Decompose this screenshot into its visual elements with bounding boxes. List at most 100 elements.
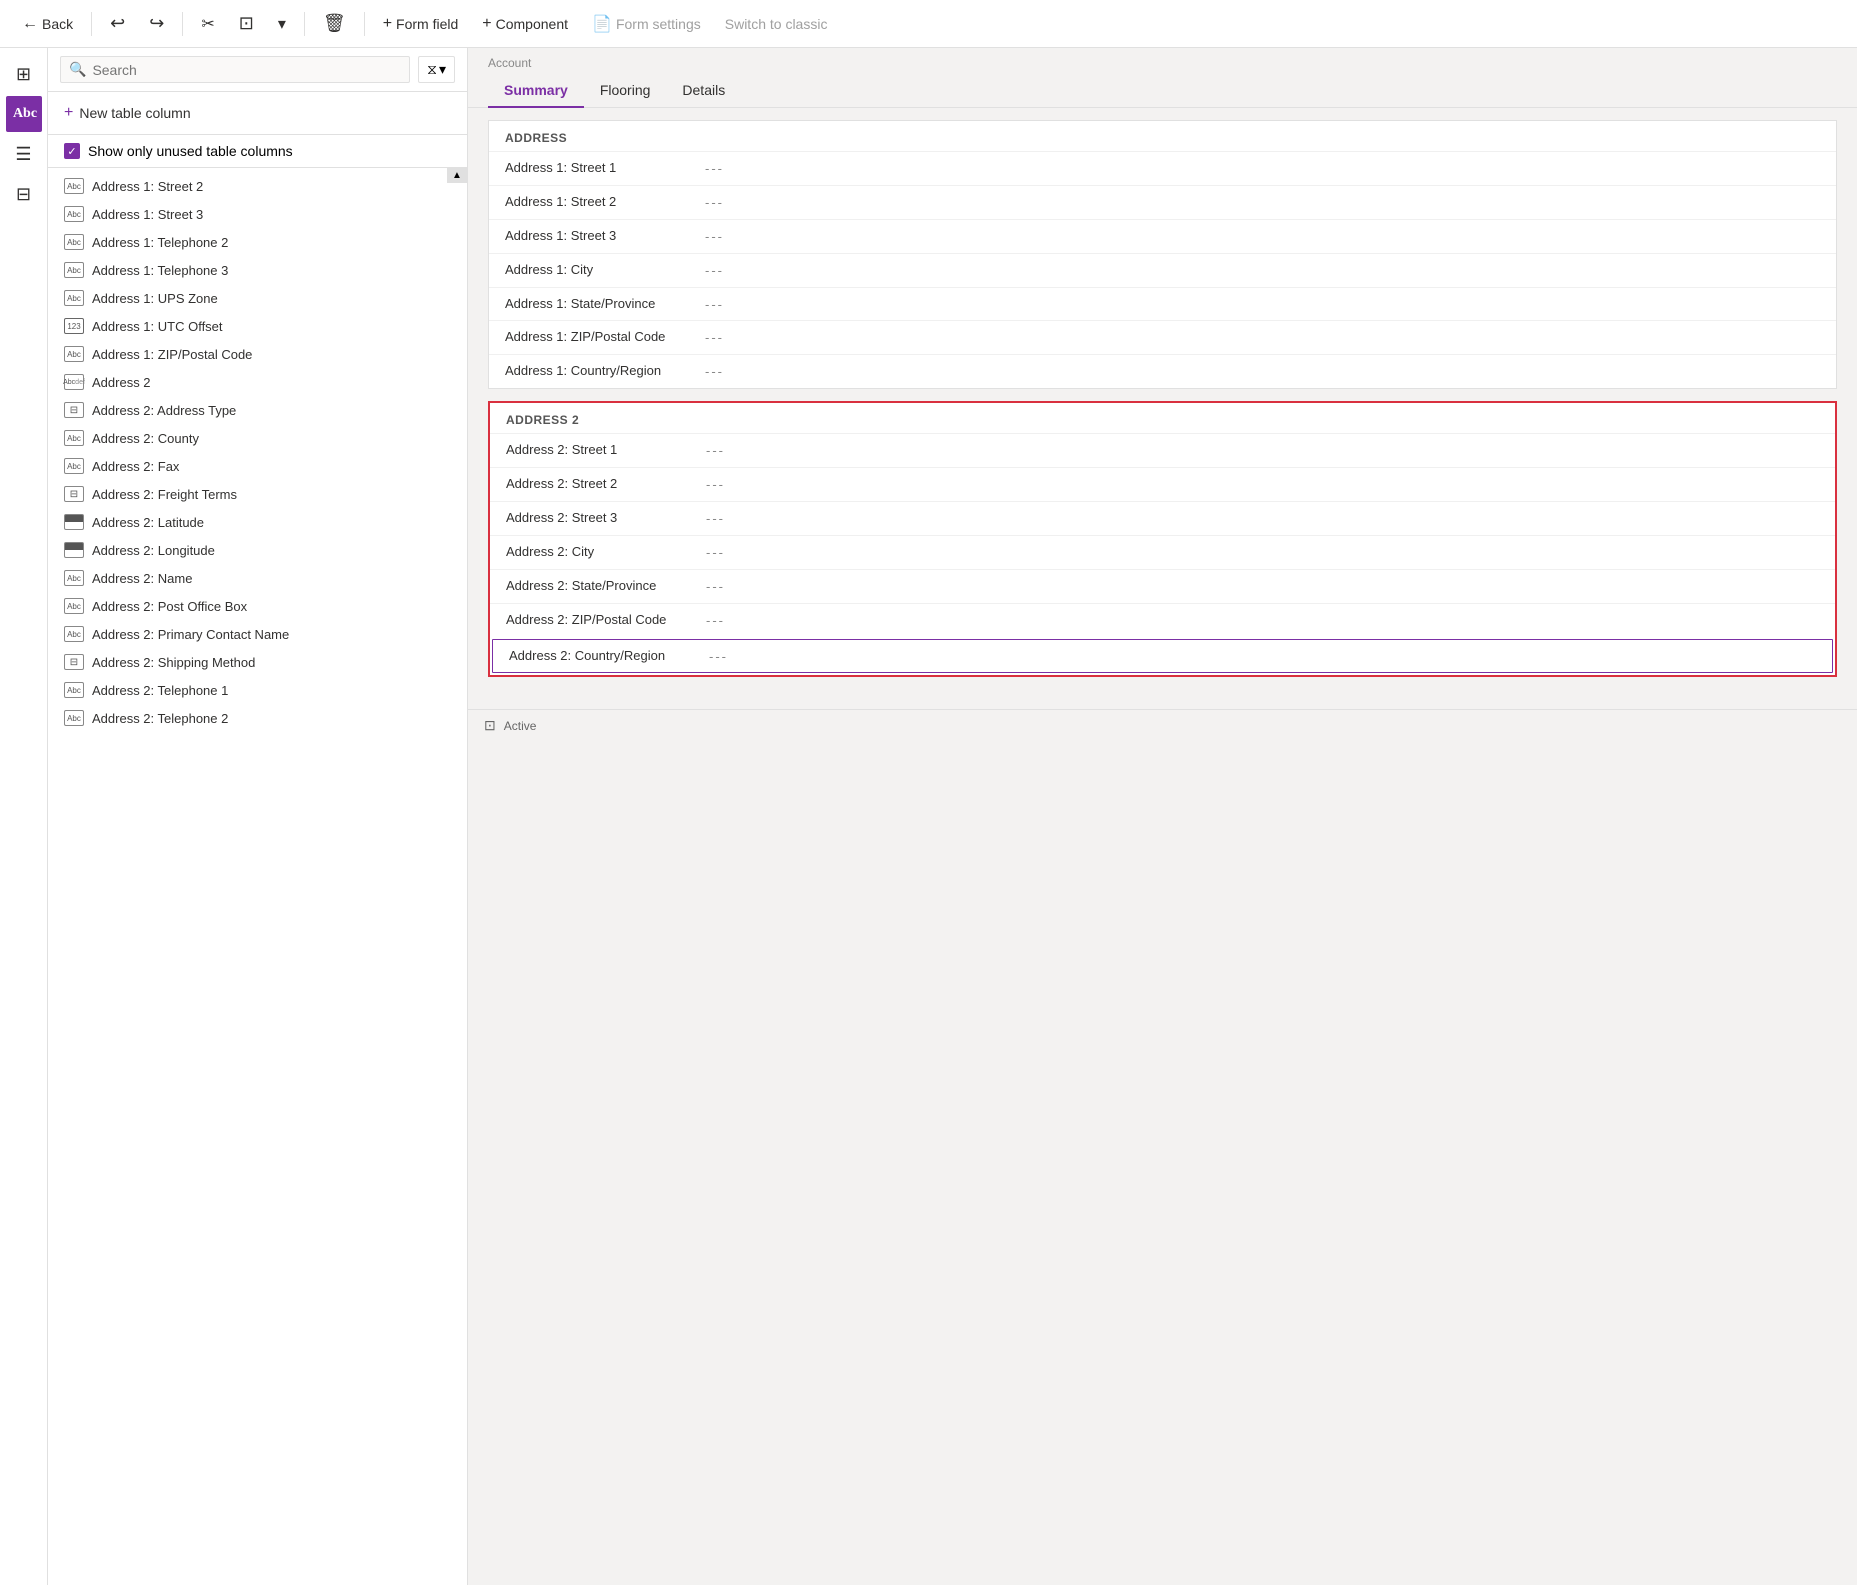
delete-button[interactable]: 🗑: [313, 9, 356, 38]
scroll-up-button[interactable]: ▲: [447, 168, 467, 183]
sidebar-fields-button[interactable]: Abc: [6, 96, 42, 132]
form-canvas: Account Summary Flooring Details ADDRESS…: [468, 48, 1857, 1585]
paste-button[interactable]: ⊡: [229, 9, 264, 38]
toolbar-separator-3: [304, 12, 305, 36]
list-item[interactable]: Abc Address 1: Street 2: [48, 172, 467, 200]
field-value: ---: [705, 195, 1820, 210]
list-item[interactable]: Address 2: Longitude: [48, 536, 467, 564]
list-item[interactable]: Abc Address 1: Telephone 3: [48, 256, 467, 284]
filter-dropdown-icon: ▾: [439, 61, 446, 78]
list-item[interactable]: ⊟ Address 2: Shipping Method: [48, 648, 467, 676]
table-row[interactable]: Address 1: Street 3 ---: [489, 219, 1836, 253]
field-value: ---: [709, 649, 1816, 664]
table-row[interactable]: Address 2: Country/Region ---: [492, 639, 1833, 674]
field-type-icon: Abc: [64, 430, 84, 446]
field-type-icon: Abc: [64, 206, 84, 222]
cut-button[interactable]: ✂: [191, 10, 224, 38]
form-field-button[interactable]: + Form field: [373, 11, 469, 37]
new-column-button[interactable]: + New table column: [64, 100, 191, 126]
filter-button[interactable]: ⧖ ▾: [418, 56, 455, 83]
field-value: ---: [706, 579, 1819, 594]
tab-details[interactable]: Details: [666, 74, 741, 108]
sidebar-icons: ⊞ Abc ☰ ⊟: [0, 48, 48, 1585]
field-type-icon: ⊟: [64, 402, 84, 418]
search-input[interactable]: [92, 62, 401, 78]
list-item[interactable]: Abc Address 1: ZIP/Postal Code: [48, 340, 467, 368]
sidebar-grid-button[interactable]: ⊞: [6, 56, 42, 92]
field-value: ---: [706, 511, 1819, 526]
field-label: Address 2: State/Province: [506, 578, 706, 595]
table-row[interactable]: Address 2: Street 1 ---: [490, 433, 1835, 467]
table-row[interactable]: Address 1: Street 2 ---: [489, 185, 1836, 219]
back-button[interactable]: ← Back: [12, 11, 83, 37]
tab-flooring[interactable]: Flooring: [584, 74, 667, 108]
toolbar: ← Back ↩ ↪ ✂ ⊡ ▾ 🗑 + Form field + Compon…: [0, 0, 1857, 48]
table-row[interactable]: Address 1: Country/Region ---: [489, 354, 1836, 388]
field-value: ---: [705, 297, 1820, 312]
form-settings-icon: 📄: [592, 14, 612, 34]
field-type-icon: Abc: [64, 710, 84, 726]
address-section[interactable]: ADDRESS Address 1: Street 1 --- Address …: [488, 120, 1837, 389]
table-row[interactable]: Address 1: City ---: [489, 253, 1836, 287]
plus-icon-new-col: +: [64, 104, 73, 122]
address2-section[interactable]: ADDRESS 2 Address 2: Street 1 --- Addres…: [488, 401, 1837, 677]
table-row[interactable]: Address 2: City ---: [490, 535, 1835, 569]
field-label: Address 1: Street 3: [505, 228, 705, 245]
list-item[interactable]: Abcdef Address 2: [48, 368, 467, 396]
list-item[interactable]: ⊟ Address 2: Address Type: [48, 396, 467, 424]
table-row[interactable]: Address 1: Street 1 ---: [489, 151, 1836, 185]
list-item[interactable]: Abc Address 1: Telephone 2: [48, 228, 467, 256]
list-item[interactable]: Abc Address 2: County: [48, 424, 467, 452]
table-row[interactable]: Address 1: State/Province ---: [489, 287, 1836, 321]
list-item[interactable]: Abc Address 2: Telephone 2: [48, 704, 467, 732]
search-input-wrap[interactable]: 🔍: [60, 56, 410, 83]
table-row[interactable]: Address 2: ZIP/Postal Code ---: [490, 603, 1835, 637]
switch-classic-button[interactable]: Switch to classic: [715, 12, 838, 36]
show-unused-checkbox[interactable]: [64, 143, 80, 159]
field-value: ---: [705, 263, 1820, 278]
sidebar-layers-button[interactable]: ☰: [6, 136, 42, 172]
field-type-icon: Abc: [64, 598, 84, 614]
field-type-icon: [64, 514, 84, 530]
list-item[interactable]: Abc Address 2: Name: [48, 564, 467, 592]
field-type-icon: Abc: [64, 262, 84, 278]
list-item[interactable]: 123 Address 1: UTC Offset: [48, 312, 467, 340]
table-row[interactable]: Address 1: ZIP/Postal Code ---: [489, 320, 1836, 354]
list-item[interactable]: Abc Address 1: UPS Zone: [48, 284, 467, 312]
list-item[interactable]: Abc Address 2: Fax: [48, 452, 467, 480]
table-row[interactable]: Address 2: Street 2 ---: [490, 467, 1835, 501]
list-item[interactable]: Abc Address 2: Telephone 1: [48, 676, 467, 704]
undo-button[interactable]: ↩: [100, 9, 135, 38]
dropdown-arrow-button[interactable]: ▾: [268, 10, 296, 38]
table-row[interactable]: Address 2: Street 3 ---: [490, 501, 1835, 535]
field-value: ---: [706, 613, 1819, 628]
field-type-icon: Abc: [64, 682, 84, 698]
list-item[interactable]: Abc Address 1: Street 3: [48, 200, 467, 228]
list-item[interactable]: Abc Address 2: Post Office Box: [48, 592, 467, 620]
tabs-bar: Summary Flooring Details: [468, 74, 1857, 108]
main-area: ⊞ Abc ☰ ⊟ 🔍 ⧖ ▾ + New tabl: [0, 48, 1857, 1585]
sidebar-components-button[interactable]: ⊟: [6, 176, 42, 212]
list-item[interactable]: ⊟ Address 2: Freight Terms: [48, 480, 467, 508]
form-settings-button[interactable]: 📄 Form settings: [582, 10, 711, 38]
field-type-icon: Abc: [64, 178, 84, 194]
field-label: Address 2: Street 3: [506, 510, 706, 527]
component-button[interactable]: + Component: [472, 11, 578, 37]
tab-summary[interactable]: Summary: [488, 74, 584, 108]
toolbar-separator-2: [182, 12, 183, 36]
canvas-header: Account: [468, 48, 1857, 70]
list-item[interactable]: Address 2: Latitude: [48, 508, 467, 536]
show-unused-row[interactable]: Show only unused table columns: [48, 135, 467, 168]
list-item[interactable]: Abc Address 2: Primary Contact Name: [48, 620, 467, 648]
field-value: ---: [706, 477, 1819, 492]
section-title-address2: ADDRESS 2: [490, 403, 1835, 433]
redo-button[interactable]: ↪: [139, 9, 174, 38]
table-row[interactable]: Address 2: State/Province ---: [490, 569, 1835, 603]
plus-icon-1: +: [383, 15, 392, 33]
field-value: ---: [706, 545, 1819, 560]
field-actions: + New table column: [48, 92, 467, 135]
field-type-icon: Abc: [64, 626, 84, 642]
field-type-icon: ⊟: [64, 654, 84, 670]
field-list[interactable]: ▲ Abc Address 1: Street 2 Abc Address 1:…: [48, 168, 467, 1585]
field-type-icon: Abc: [64, 346, 84, 362]
